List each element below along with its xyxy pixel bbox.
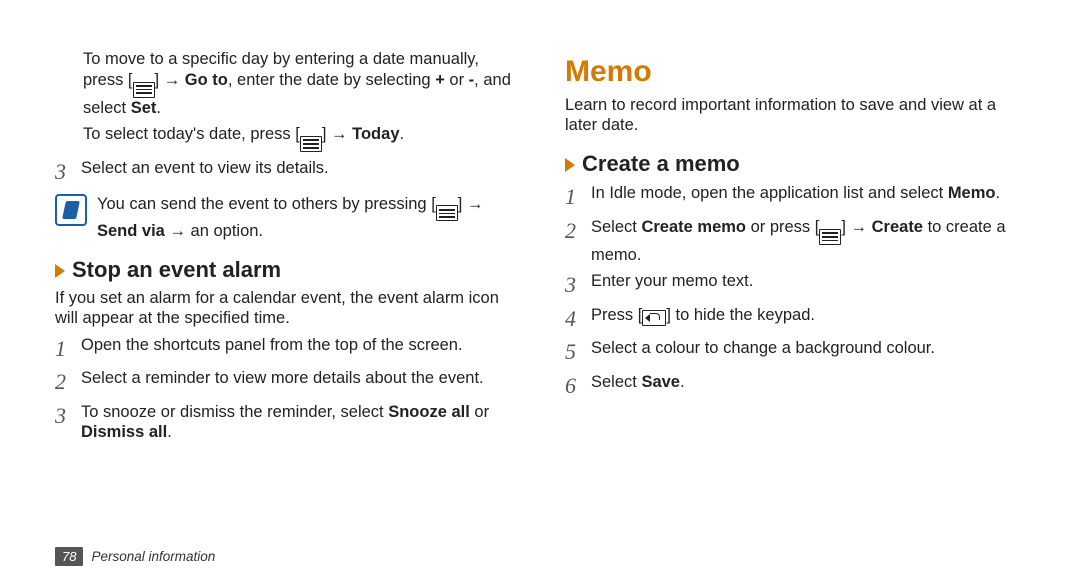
today-label: Today (352, 125, 399, 143)
memo-heading: Memo (565, 53, 1025, 91)
step-number: 3 (55, 158, 75, 186)
step-text: Select a reminder to view more details a… (81, 368, 515, 389)
memo-intro: Learn to record important information to… (565, 95, 1025, 136)
heading-text: Stop an event alarm (72, 257, 281, 282)
menu-icon (300, 136, 322, 152)
section-name: Personal information (91, 549, 215, 564)
text: . (400, 125, 405, 143)
step-text: In Idle mode, open the application list … (591, 183, 1025, 204)
create-step-5: 5 Select a colour to change a background… (565, 338, 1025, 366)
text: Press [ (591, 306, 642, 324)
snooze-all-label: Snooze all (388, 403, 470, 421)
left-column: To move to a specific day by entering a … (55, 45, 515, 566)
text: To select today's date, press [ (83, 125, 300, 143)
set-label: Set (131, 99, 157, 117)
text: To snooze or dismiss the reminder, selec… (81, 403, 388, 421)
text: , enter the date by selecting (228, 71, 435, 89)
step-number: 3 (55, 402, 75, 430)
create-step-3: 3 Enter your memo text. (565, 271, 1025, 299)
create-memo-label: Create memo (641, 218, 746, 236)
text: Select (591, 218, 641, 236)
step-number: 2 (55, 368, 75, 396)
step-text: Open the shortcuts panel from the top of… (81, 335, 515, 356)
memo-label: Memo (948, 184, 996, 202)
right-column: Memo Learn to record important informati… (565, 45, 1025, 566)
step-number: 4 (565, 305, 585, 333)
plus-label: + (435, 71, 445, 89)
text: → an option. (165, 222, 263, 240)
step-number: 5 (565, 338, 585, 366)
back-icon (642, 310, 666, 326)
text: ] → (322, 125, 352, 143)
create-label: Create (872, 218, 923, 236)
text: ] to hide the keypad. (666, 306, 815, 324)
text: You can send the event to others by pres… (97, 195, 436, 213)
text: Select (591, 373, 641, 391)
text: or (470, 403, 489, 421)
footer: 78 Personal information (55, 547, 215, 566)
menu-icon (436, 205, 458, 221)
stop-step-2: 2 Select a reminder to view more details… (55, 368, 515, 396)
text: . (680, 373, 685, 391)
step-text: Select a colour to change a background c… (591, 338, 1025, 359)
chevron-right-icon (55, 264, 65, 278)
step-text: Select Create memo or press [] → Create … (591, 217, 1025, 266)
move-to-day-para: To move to a specific day by entering a … (83, 49, 515, 118)
step-number: 1 (55, 335, 75, 363)
step-text: Press [ ] to hide the keypad. (591, 305, 1025, 326)
page-number: 78 (55, 547, 83, 566)
text: ] → (458, 195, 484, 213)
step-text: Select an event to view its details. (81, 158, 515, 179)
create-step-6: 6 Select Save. (565, 372, 1025, 400)
step-number: 3 (565, 271, 585, 299)
create-memo-heading: Create a memo (565, 150, 1025, 178)
create-step-2: 2 Select Create memo or press [ ] → Creat… (565, 217, 1025, 266)
note-block: You can send the event to others by pres… (55, 194, 515, 243)
step-number: 2 (565, 217, 585, 245)
text: ] → (841, 218, 871, 236)
step-number: 6 (565, 372, 585, 400)
create-step-1: 1 In Idle mode, open the application lis… (565, 183, 1025, 211)
select-today-para: To select today's date, press [ ] → Today… (83, 124, 515, 152)
step-text: To snooze or dismiss the reminder, selec… (81, 402, 515, 443)
create-step-4: 4 Press [ ] to hide the keypad. (565, 305, 1025, 333)
text: . (995, 184, 1000, 202)
menu-icon (133, 82, 155, 98)
stop-step-1: 1 Open the shortcuts panel from the top … (55, 335, 515, 363)
step-text: Enter your memo text. (591, 271, 1025, 292)
text: . (156, 99, 161, 117)
note-icon (55, 194, 87, 226)
text: . (167, 423, 172, 441)
dismiss-all-label: Dismiss all (81, 423, 167, 441)
save-label: Save (641, 373, 680, 391)
text: or (445, 71, 469, 89)
stop-alarm-heading: Stop an event alarm (55, 256, 515, 284)
stop-alarm-intro: If you set an alarm for a calendar event… (55, 288, 515, 329)
step-3: 3 Select an event to view its details. (55, 158, 515, 186)
sendvia-label: Send via (97, 222, 165, 240)
text: ] → (155, 71, 185, 89)
stop-step-3: 3 To snooze or dismiss the reminder, sel… (55, 402, 515, 443)
page: To move to a specific day by entering a … (0, 0, 1080, 586)
note-text: You can send the event to others by pres… (97, 194, 515, 243)
chevron-right-icon (565, 158, 575, 172)
step-number: 1 (565, 183, 585, 211)
menu-icon (819, 229, 841, 245)
goto-label: Go to (185, 71, 228, 89)
text: In Idle mode, open the application list … (591, 184, 948, 202)
heading-text: Create a memo (582, 151, 740, 176)
step-text: Select Save. (591, 372, 1025, 393)
text: or press [ (746, 218, 819, 236)
